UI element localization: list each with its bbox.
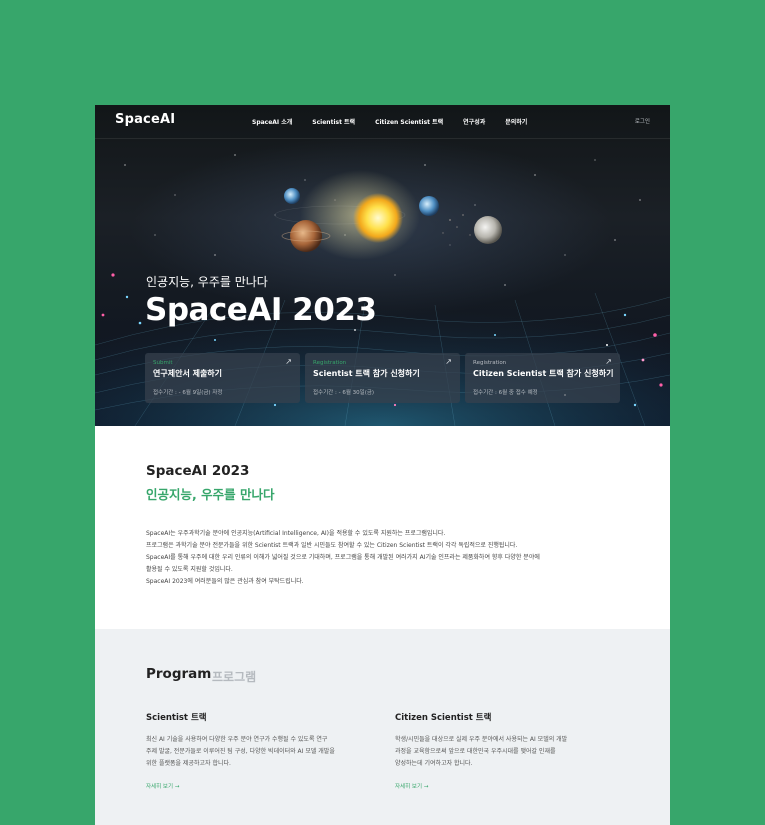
menu-item-research-results[interactable]: 연구성과	[463, 117, 485, 126]
intro-title: SpaceAI 2023	[146, 463, 250, 479]
track-description-line: 양성하는데 기여하고자 합니다.	[395, 760, 473, 767]
intro-paragraph: SpaceAI는 우주과학기술 분야에 인공지능(Artificial Inte…	[146, 530, 446, 537]
arrow-up-right-icon: ↗	[605, 357, 612, 366]
hero-title: SpaceAI 2023	[145, 292, 377, 328]
intro-paragraph: 프로그램은 과학기술 분야 전문가들을 위한 Scientist 트랙과 일반 …	[146, 542, 518, 549]
track-description-line: 과정을 교육함으로써 앞으로 대한민국 우주시대를 맺어갈 인재를	[395, 748, 556, 755]
intro-description: SpaceAI는 우주과학기술 분야에 인공지능(Artificial Inte…	[146, 528, 626, 588]
citizen-scientist-track-more-link[interactable]: 자세히 보기 →	[395, 782, 428, 790]
citizen-scientist-registration-card[interactable]: Registration Citizen Scientist 트랙 참가 신청하…	[465, 353, 620, 403]
intro-section: SpaceAI 2023 인공지능, 우주를 만나다 SpaceAI는 우주과학…	[95, 426, 670, 629]
hero-subtitle: 인공지능, 우주를 만나다	[146, 275, 268, 289]
menu-item-about[interactable]: SpaceAI 소개	[252, 117, 292, 126]
menu-item-scientist-track[interactable]: Scientist 트랙	[312, 117, 355, 126]
submit-proposal-card[interactable]: Submit 연구제안서 제출하기 접수기간 : - 6월 9일(금) 자정 ↗	[145, 353, 300, 403]
arrow-up-right-icon: ↗	[285, 357, 292, 366]
card-category: Registration	[473, 360, 507, 366]
track-description-line: 학생/시민들을 대상으로 실제 우주 분야에서 사용되는 AI 모델의 개발	[395, 736, 568, 743]
scientist-track-more-link[interactable]: 자세히 보기 →	[146, 782, 179, 790]
track-description-line: 주제 발굴, 전문가들로 이루어진 팀 구성, 다양한 빅데이터와 AI 모델 …	[146, 748, 335, 755]
login-link[interactable]: 로그인	[635, 117, 650, 125]
track-description: 학생/시민들을 대상으로 실제 우주 분야에서 사용되는 AI 모델의 개발 과…	[395, 734, 630, 770]
card-title: 연구제안서 제출하기	[153, 369, 223, 378]
intro-paragraph: SpaceAI를 통해 우주에 대한 우리 인류의 이해가 넓어질 것으로 기대…	[146, 554, 540, 561]
menu-item-citizen-scientist-track[interactable]: Citizen Scientist 트랙	[375, 117, 443, 126]
intro-subtitle: 인공지능, 우주를 만나다	[146, 487, 275, 502]
scientist-track-block: Scientist 트랙 최신 AI 기술을 사용하여 다양한 우주 분야 연구…	[146, 711, 381, 792]
citizen-scientist-track-block: Citizen Scientist 트랙 학생/시민들을 대상으로 실제 우주 …	[395, 711, 630, 792]
intro-paragraph: SpaceAI 2023에 여러분들의 많은 관심과 참여 부탁드립니다.	[146, 578, 304, 585]
arrow-up-right-icon: ↗	[445, 357, 452, 366]
top-navigation: SpaceAI SpaceAI 소개 Scientist 트랙 Citizen …	[95, 105, 670, 139]
spaceai-logo[interactable]: SpaceAI	[115, 112, 175, 127]
track-description-line: 위한 플랫폼을 제공하고자 합니다.	[146, 760, 231, 767]
scientist-registration-card[interactable]: Registration Scientist 트랙 참가 신청하기 접수기간 :…	[305, 353, 460, 403]
intro-paragraph: 활용될 수 있도록 지원할 것입니다.	[146, 566, 233, 573]
landing-page: SpaceAI SpaceAI 소개 Scientist 트랙 Citizen …	[95, 105, 670, 825]
program-heading-korean: 프로그램	[212, 670, 257, 684]
card-title: Citizen Scientist 트랙 참가 신청하기	[473, 369, 614, 378]
menu-item-contact[interactable]: 문의하기	[505, 117, 527, 126]
track-description: 최신 AI 기술을 사용하여 다양한 우주 분야 연구가 수행될 수 있도록 연…	[146, 734, 381, 770]
card-category: Submit	[153, 360, 173, 366]
card-period: 접수기간 : - 6월 30일(금)	[313, 390, 375, 396]
track-title: Scientist 트랙	[146, 713, 207, 723]
card-period: 접수기간 : 6월 중 접수 예정	[473, 390, 538, 396]
card-category: Registration	[313, 360, 347, 366]
main-menu: SpaceAI 소개 Scientist 트랙 Citizen Scientis…	[252, 117, 527, 126]
card-period: 접수기간 : - 6월 9일(금) 자정	[153, 390, 223, 396]
track-title: Citizen Scientist 트랙	[395, 713, 492, 723]
program-section: Program 프로그램 Scientist 트랙 최신 AI 기술을 사용하여…	[95, 629, 670, 825]
hero-section: SpaceAI SpaceAI 소개 Scientist 트랙 Citizen …	[95, 105, 670, 426]
card-title: Scientist 트랙 참가 신청하기	[313, 369, 420, 378]
track-description-line: 최신 AI 기술을 사용하여 다양한 우주 분야 연구가 수행될 수 있도록 연…	[146, 736, 328, 743]
program-heading: Program	[146, 666, 212, 682]
